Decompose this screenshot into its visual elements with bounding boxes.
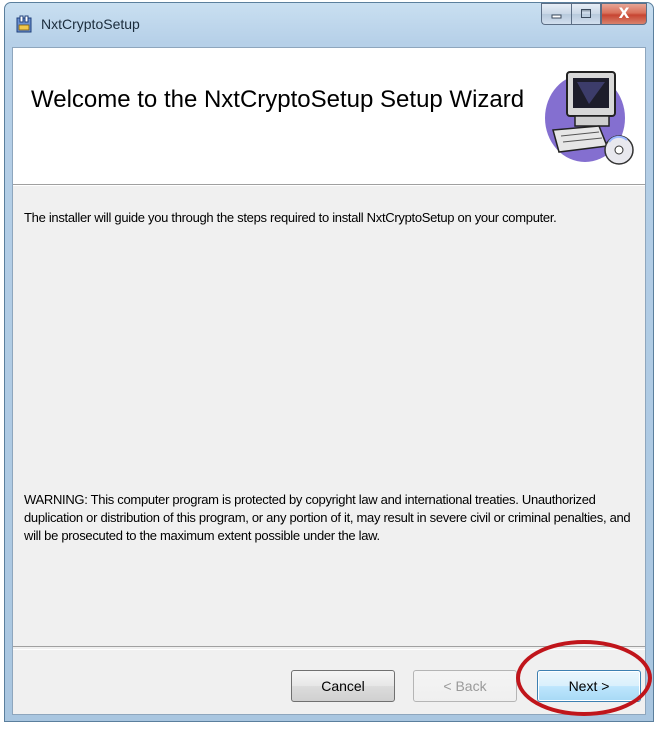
cancel-button[interactable]: Cancel: [291, 670, 395, 702]
intro-text: The installer will guide you through the…: [24, 210, 557, 225]
installer-app-icon: [15, 15, 35, 35]
close-button[interactable]: X: [601, 3, 647, 25]
back-button[interactable]: < Back: [413, 670, 517, 702]
maximize-icon: [581, 9, 591, 18]
wizard-client-area: Welcome to the NxtCryptoSetup Setup Wiza…: [12, 47, 646, 715]
close-icon: X: [618, 6, 630, 22]
minimize-icon: [551, 14, 561, 19]
wizard-heading: Welcome to the NxtCryptoSetup Setup Wiza…: [31, 86, 525, 113]
title-bar[interactable]: NxtCryptoSetup X: [5, 3, 653, 47]
footer-divider: [13, 646, 645, 650]
copyright-warning: WARNING: This computer program is protec…: [24, 492, 631, 543]
maximize-button[interactable]: [571, 3, 601, 25]
wizard-banner: Welcome to the NxtCryptoSetup Setup Wiza…: [13, 48, 645, 185]
window-title: NxtCryptoSetup: [41, 16, 140, 32]
installer-window: NxtCryptoSetup X Welcome to the NxtCrypt…: [4, 2, 654, 722]
computer-cd-icon: [539, 60, 639, 172]
banner-divider: [13, 185, 645, 186]
minimize-button[interactable]: [541, 3, 571, 25]
caption-buttons: X: [541, 3, 647, 27]
next-button[interactable]: Next >: [537, 670, 641, 702]
